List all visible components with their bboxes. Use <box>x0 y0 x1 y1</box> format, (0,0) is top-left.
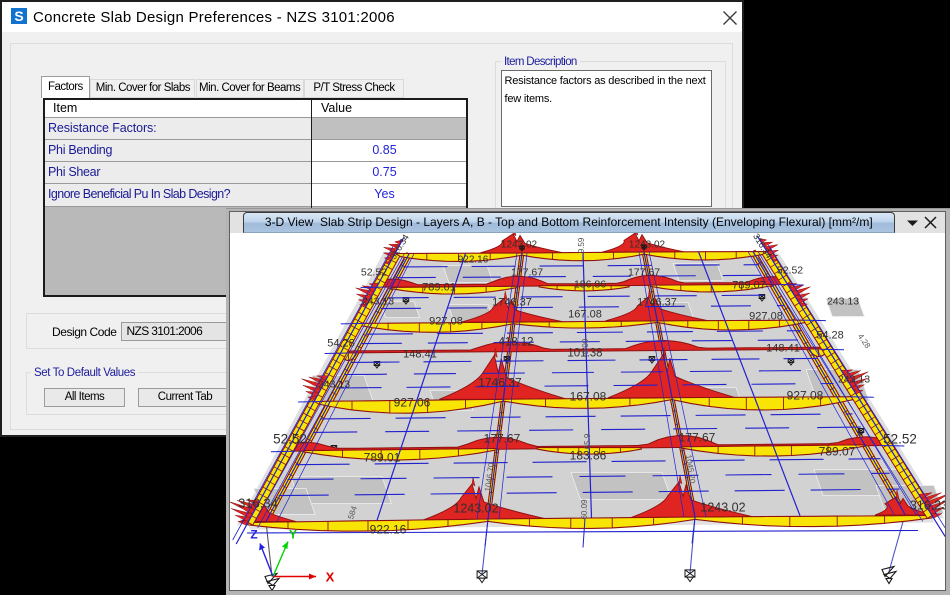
svg-text:167.08: 167.08 <box>568 308 602 320</box>
svg-text:922.16: 922.16 <box>458 254 489 265</box>
svg-text:52.52: 52.52 <box>883 431 917 446</box>
svg-text:148.41: 148.41 <box>766 342 800 354</box>
svg-text:1746.37: 1746.37 <box>478 375 522 389</box>
svg-text:927.08: 927.08 <box>749 310 783 322</box>
svg-text:922.16: 922.16 <box>370 522 407 536</box>
svg-text:52.52: 52.52 <box>273 431 307 446</box>
svg-text:Y: Y <box>289 527 297 541</box>
svg-text:927.08: 927.08 <box>787 388 824 402</box>
svg-text:65.9: 65.9 <box>583 433 592 449</box>
svg-text:186.86: 186.86 <box>574 278 606 290</box>
svg-text:Z: Z <box>250 527 257 541</box>
svg-text:243.13: 243.13 <box>838 373 870 385</box>
svg-text:789.07: 789.07 <box>819 444 856 458</box>
svg-text:927.06: 927.06 <box>394 395 431 409</box>
svg-text:X: X <box>326 569 335 584</box>
svg-text:316.23: 316.23 <box>910 498 945 512</box>
svg-text:148.41: 148.41 <box>403 348 437 360</box>
svg-text:167.08: 167.08 <box>570 389 607 403</box>
svg-text:177.67: 177.67 <box>511 266 543 278</box>
svg-text:418.12: 418.12 <box>498 336 533 348</box>
svg-text:316.34: 316.34 <box>238 495 278 510</box>
svg-text:789.01: 789.01 <box>364 450 401 464</box>
svg-text:1243.02: 1243.02 <box>629 239 666 250</box>
svg-text:1243.02: 1243.02 <box>501 239 538 250</box>
svg-text:1243.02: 1243.02 <box>700 500 745 514</box>
svg-text:60.09: 60.09 <box>580 498 589 519</box>
svg-text:4.28: 4.28 <box>856 332 873 350</box>
svg-text:177.67: 177.67 <box>484 431 521 445</box>
svg-text:52.52: 52.52 <box>361 266 387 278</box>
svg-text:243.13: 243.13 <box>318 378 350 390</box>
svg-text:927.08: 927.08 <box>429 315 463 327</box>
svg-text:1243.02: 1243.02 <box>453 501 498 515</box>
svg-text:9.59: 9.59 <box>577 237 586 253</box>
svg-text:1746.37: 1746.37 <box>492 296 532 308</box>
svg-text:54.28: 54.28 <box>816 329 844 341</box>
svg-text:243.13: 243.13 <box>362 295 394 307</box>
svg-text:52.52: 52.52 <box>777 264 803 276</box>
svg-text:243.13: 243.13 <box>827 295 859 307</box>
svg-text:54.28: 54.28 <box>327 337 355 349</box>
svg-text:9.09: 9.09 <box>581 338 590 354</box>
svg-text:177.67: 177.67 <box>679 430 716 444</box>
svg-text:789.01: 789.01 <box>422 281 456 293</box>
svg-text:789.07: 789.07 <box>732 279 766 291</box>
svg-text:1746.37: 1746.37 <box>637 296 677 308</box>
svg-text:183.86: 183.86 <box>570 448 607 462</box>
svg-text:177.67: 177.67 <box>628 266 660 278</box>
